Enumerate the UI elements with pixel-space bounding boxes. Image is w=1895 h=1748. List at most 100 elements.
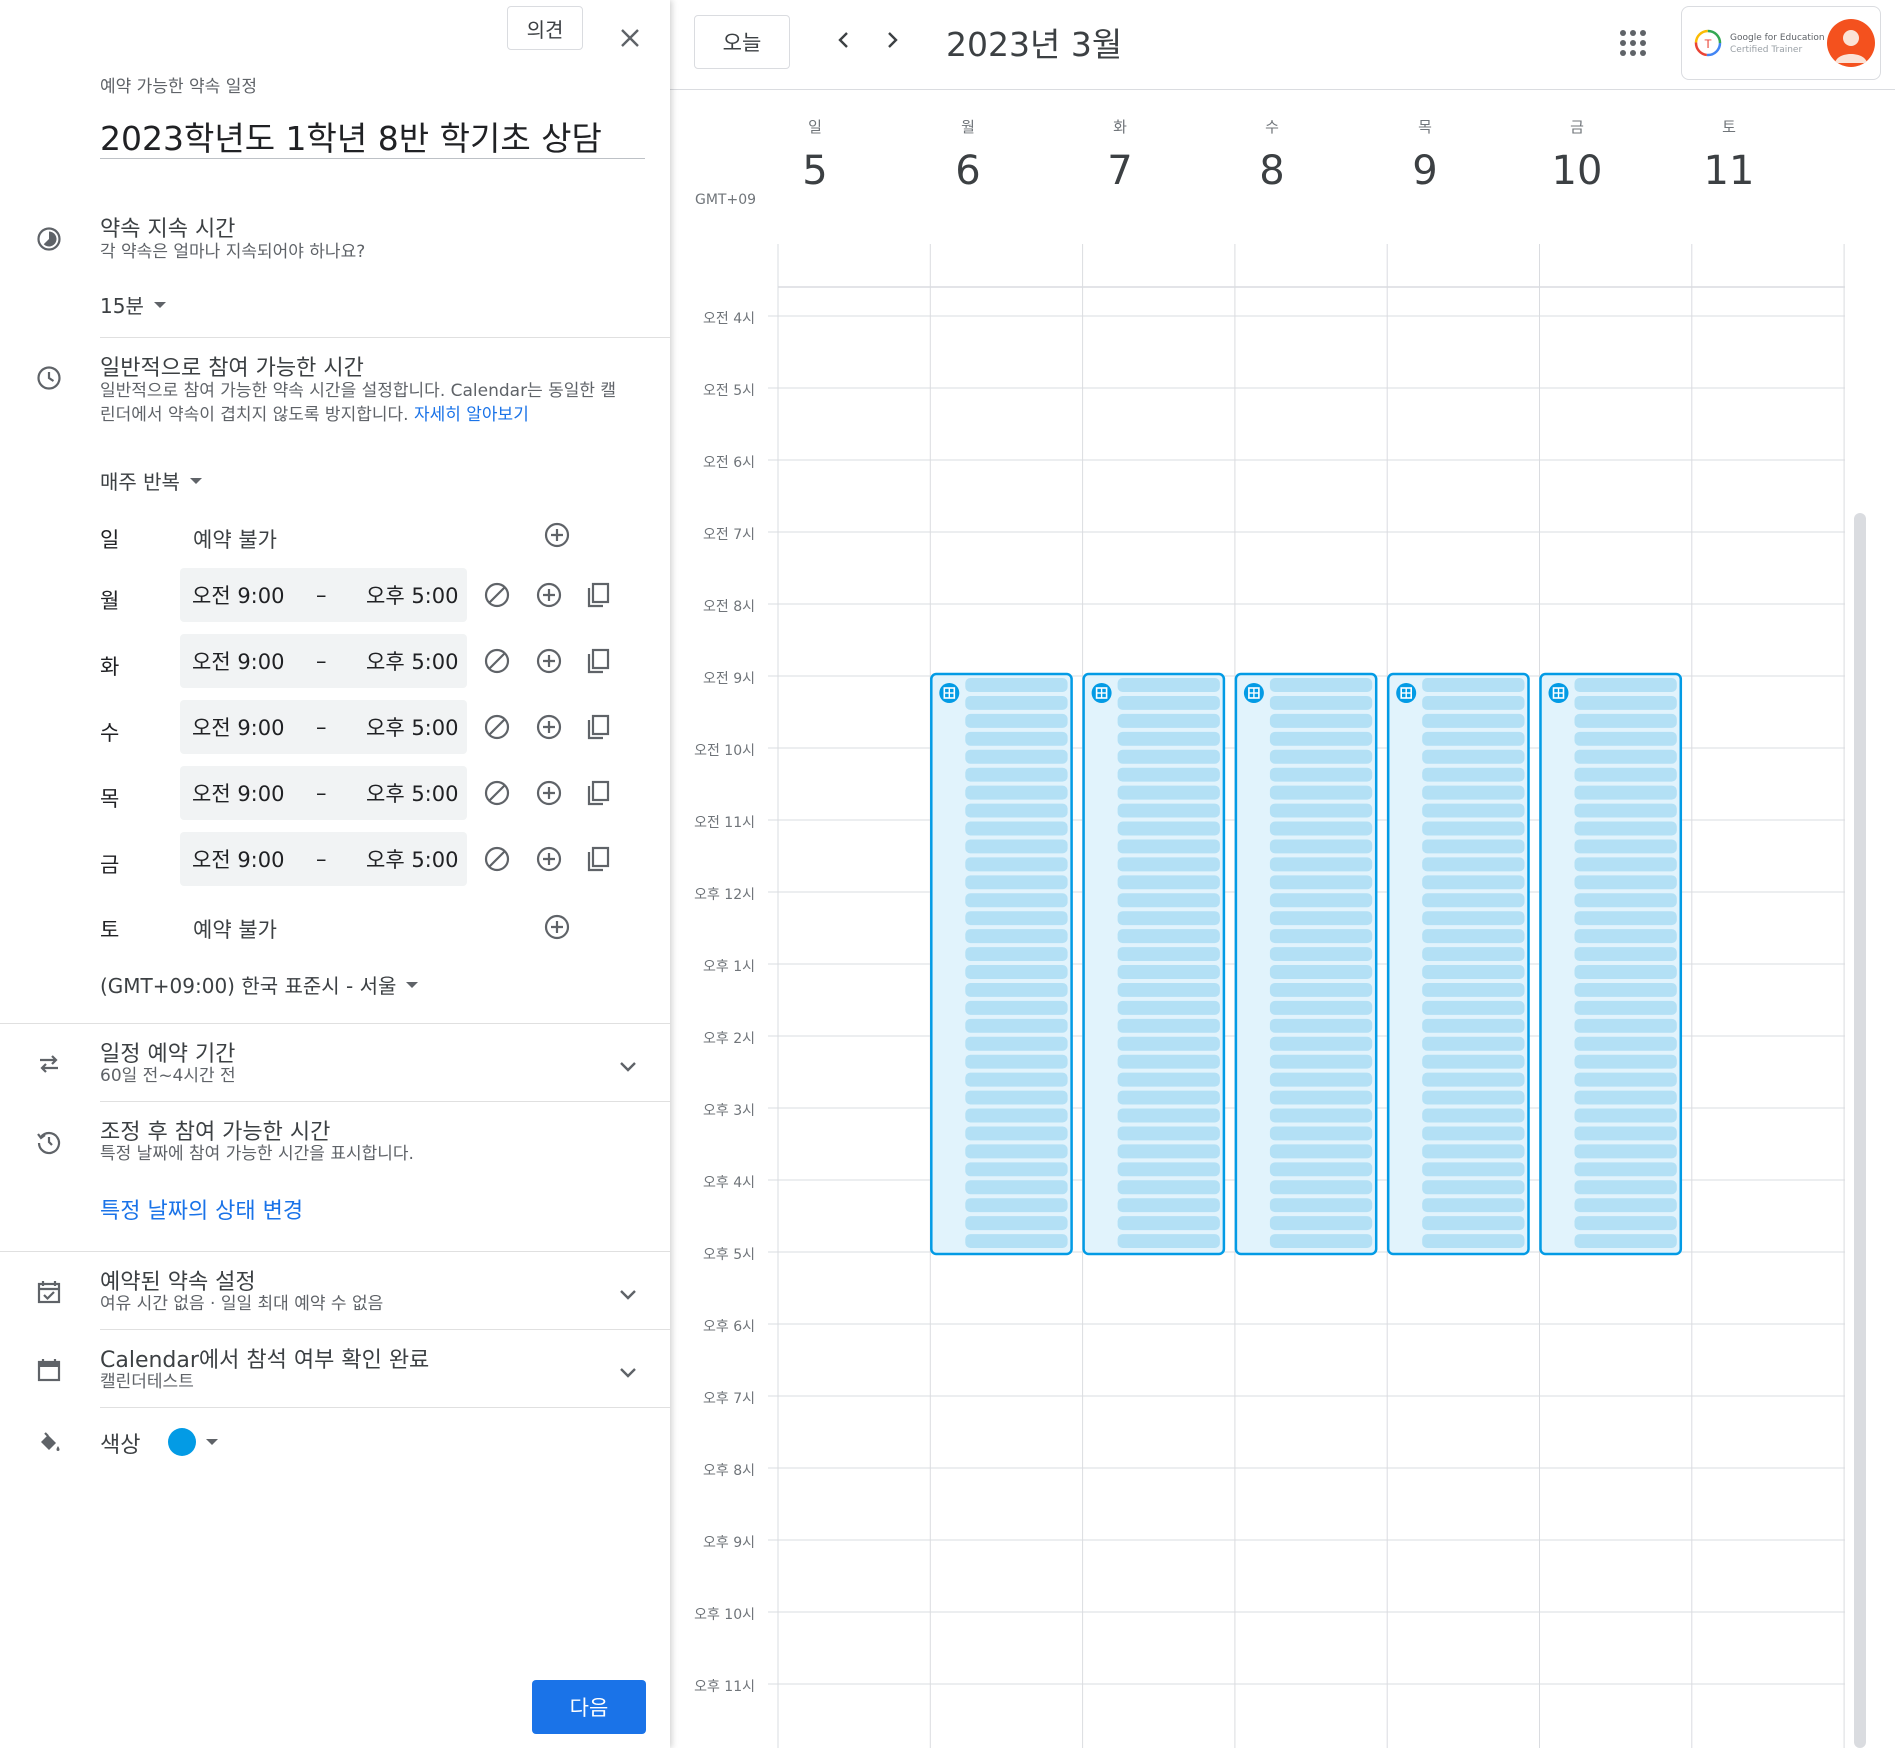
- appointment-slot[interactable]: [1422, 1126, 1525, 1141]
- copy-button-fri[interactable]: [582, 843, 614, 875]
- end-time-thu[interactable]: 오후 5:00: [366, 778, 458, 808]
- appointment-slot[interactable]: [965, 875, 1068, 890]
- appointment-slot[interactable]: [1269, 749, 1373, 764]
- appointment-slot[interactable]: [965, 1216, 1068, 1231]
- appointment-slot[interactable]: [1422, 1144, 1525, 1159]
- appointment-slot[interactable]: [1422, 731, 1525, 746]
- appointment-slot[interactable]: [1574, 857, 1677, 872]
- appointment-block[interactable]: [1082, 672, 1226, 1256]
- add-time-button-thu[interactable]: [533, 777, 565, 809]
- appointment-slot[interactable]: [1117, 1054, 1220, 1069]
- appointment-slot[interactable]: [1574, 1000, 1677, 1015]
- appointment-slot[interactable]: [1422, 911, 1525, 926]
- appointment-slot[interactable]: [1574, 1036, 1677, 1051]
- learn-more-link[interactable]: 자세히 알아보기: [414, 405, 529, 425]
- repeat-select[interactable]: 매주 반복: [100, 466, 202, 495]
- appointment-block[interactable]: [1539, 672, 1683, 1256]
- appointment-slot[interactable]: [1422, 857, 1525, 872]
- appointment-slot[interactable]: [1117, 785, 1220, 800]
- appointment-slot[interactable]: [1422, 875, 1525, 890]
- week-grid[interactable]: [670, 0, 1895, 1748]
- appointment-slot[interactable]: [1422, 1090, 1525, 1105]
- appointment-slot[interactable]: [1269, 1162, 1373, 1177]
- appointment-slot[interactable]: [1117, 1000, 1220, 1015]
- end-time-tue[interactable]: 오후 5:00: [366, 646, 458, 676]
- appointment-slot[interactable]: [1117, 982, 1220, 997]
- appointment-slot[interactable]: [965, 1000, 1068, 1015]
- add-time-button-fri[interactable]: [533, 843, 565, 875]
- appointment-slot[interactable]: [1117, 1018, 1220, 1033]
- appointment-slot[interactable]: [1269, 713, 1373, 728]
- appointment-slot[interactable]: [1422, 1000, 1525, 1015]
- appointment-slot[interactable]: [1574, 678, 1677, 692]
- appointment-slot[interactable]: [1117, 749, 1220, 764]
- timezone-select[interactable]: (GMT+09:00) 한국 표준시 - 서울: [100, 970, 419, 999]
- appointment-slot[interactable]: [965, 1162, 1068, 1177]
- appointment-slot[interactable]: [1574, 1216, 1677, 1231]
- appointment-slot[interactable]: [965, 1036, 1068, 1051]
- appointment-block[interactable]: [1234, 672, 1378, 1256]
- next-button[interactable]: 다음: [532, 1680, 646, 1734]
- appointment-slot[interactable]: [1269, 1234, 1373, 1248]
- unavailable-button-tue[interactable]: [481, 645, 513, 677]
- appointment-slot[interactable]: [1422, 713, 1525, 728]
- unavailable-button-wed[interactable]: [481, 711, 513, 743]
- appointment-slot[interactable]: [1269, 1126, 1373, 1141]
- appointment-slot[interactable]: [1422, 678, 1525, 692]
- vertical-scrollbar[interactable]: [1854, 513, 1866, 1748]
- appointment-slot[interactable]: [1269, 731, 1373, 746]
- copy-button-thu[interactable]: [582, 777, 614, 809]
- appointment-slot[interactable]: [1117, 947, 1220, 961]
- appointment-slot[interactable]: [1574, 1198, 1677, 1213]
- appointment-slot[interactable]: [1574, 1090, 1677, 1105]
- appointment-slot[interactable]: [1269, 1000, 1373, 1015]
- appointment-slot[interactable]: [1269, 1072, 1373, 1087]
- appointment-slot[interactable]: [965, 947, 1068, 961]
- appointment-slot[interactable]: [1422, 749, 1525, 764]
- appointment-slot[interactable]: [1422, 695, 1525, 710]
- appointment-slot[interactable]: [1117, 713, 1220, 728]
- unavailable-button-fri[interactable]: [481, 843, 513, 875]
- add-time-button-wed[interactable]: [533, 711, 565, 743]
- appointment-slot[interactable]: [965, 965, 1068, 979]
- end-time-fri[interactable]: 오후 5:00: [366, 844, 458, 874]
- appointment-slot[interactable]: [1117, 1090, 1220, 1105]
- appointment-slot[interactable]: [1574, 982, 1677, 997]
- appointment-slot[interactable]: [1117, 731, 1220, 746]
- appointment-slot[interactable]: [1117, 839, 1220, 854]
- appointment-slot[interactable]: [1269, 1090, 1373, 1105]
- appointment-slot[interactable]: [1269, 1198, 1373, 1213]
- appointment-slot[interactable]: [965, 749, 1068, 764]
- appointment-slot[interactable]: [1422, 965, 1525, 979]
- appointment-slot[interactable]: [1422, 1018, 1525, 1033]
- color-select[interactable]: [168, 1428, 218, 1456]
- appointment-slot[interactable]: [965, 713, 1068, 728]
- appointment-slot[interactable]: [1269, 911, 1373, 926]
- change-specific-date-link[interactable]: 특정 날짜의 상태 변경: [100, 1193, 303, 1225]
- appointment-slot[interactable]: [1269, 1036, 1373, 1051]
- appointment-slot[interactable]: [965, 911, 1068, 926]
- end-time-mon[interactable]: 오후 5:00: [366, 580, 458, 610]
- appointment-slot[interactable]: [965, 767, 1068, 782]
- appointment-slot[interactable]: [1422, 1234, 1525, 1248]
- add-time-button-mon[interactable]: [533, 579, 565, 611]
- appointment-slot[interactable]: [1269, 678, 1373, 692]
- appointment-slot[interactable]: [1269, 965, 1373, 979]
- appointment-slot[interactable]: [1574, 731, 1677, 746]
- end-time-wed[interactable]: 오후 5:00: [366, 712, 458, 742]
- appointment-slot[interactable]: [965, 1198, 1068, 1213]
- expand-calendar-confirm[interactable]: [616, 1360, 640, 1384]
- appointment-slot[interactable]: [1574, 1018, 1677, 1033]
- appointment-slot[interactable]: [1117, 1144, 1220, 1159]
- appointment-slot[interactable]: [1117, 1126, 1220, 1141]
- appointment-slot[interactable]: [1574, 1108, 1677, 1123]
- appointment-slot[interactable]: [1117, 1198, 1220, 1213]
- appointment-slot[interactable]: [965, 1054, 1068, 1069]
- appointment-slot[interactable]: [1422, 1072, 1525, 1087]
- appointment-slot[interactable]: [965, 857, 1068, 872]
- appointment-slot[interactable]: [1574, 947, 1677, 961]
- appointment-slot[interactable]: [1422, 839, 1525, 854]
- appointment-slot[interactable]: [965, 1090, 1068, 1105]
- appointment-slot[interactable]: [965, 982, 1068, 997]
- appointment-slot[interactable]: [1269, 893, 1373, 908]
